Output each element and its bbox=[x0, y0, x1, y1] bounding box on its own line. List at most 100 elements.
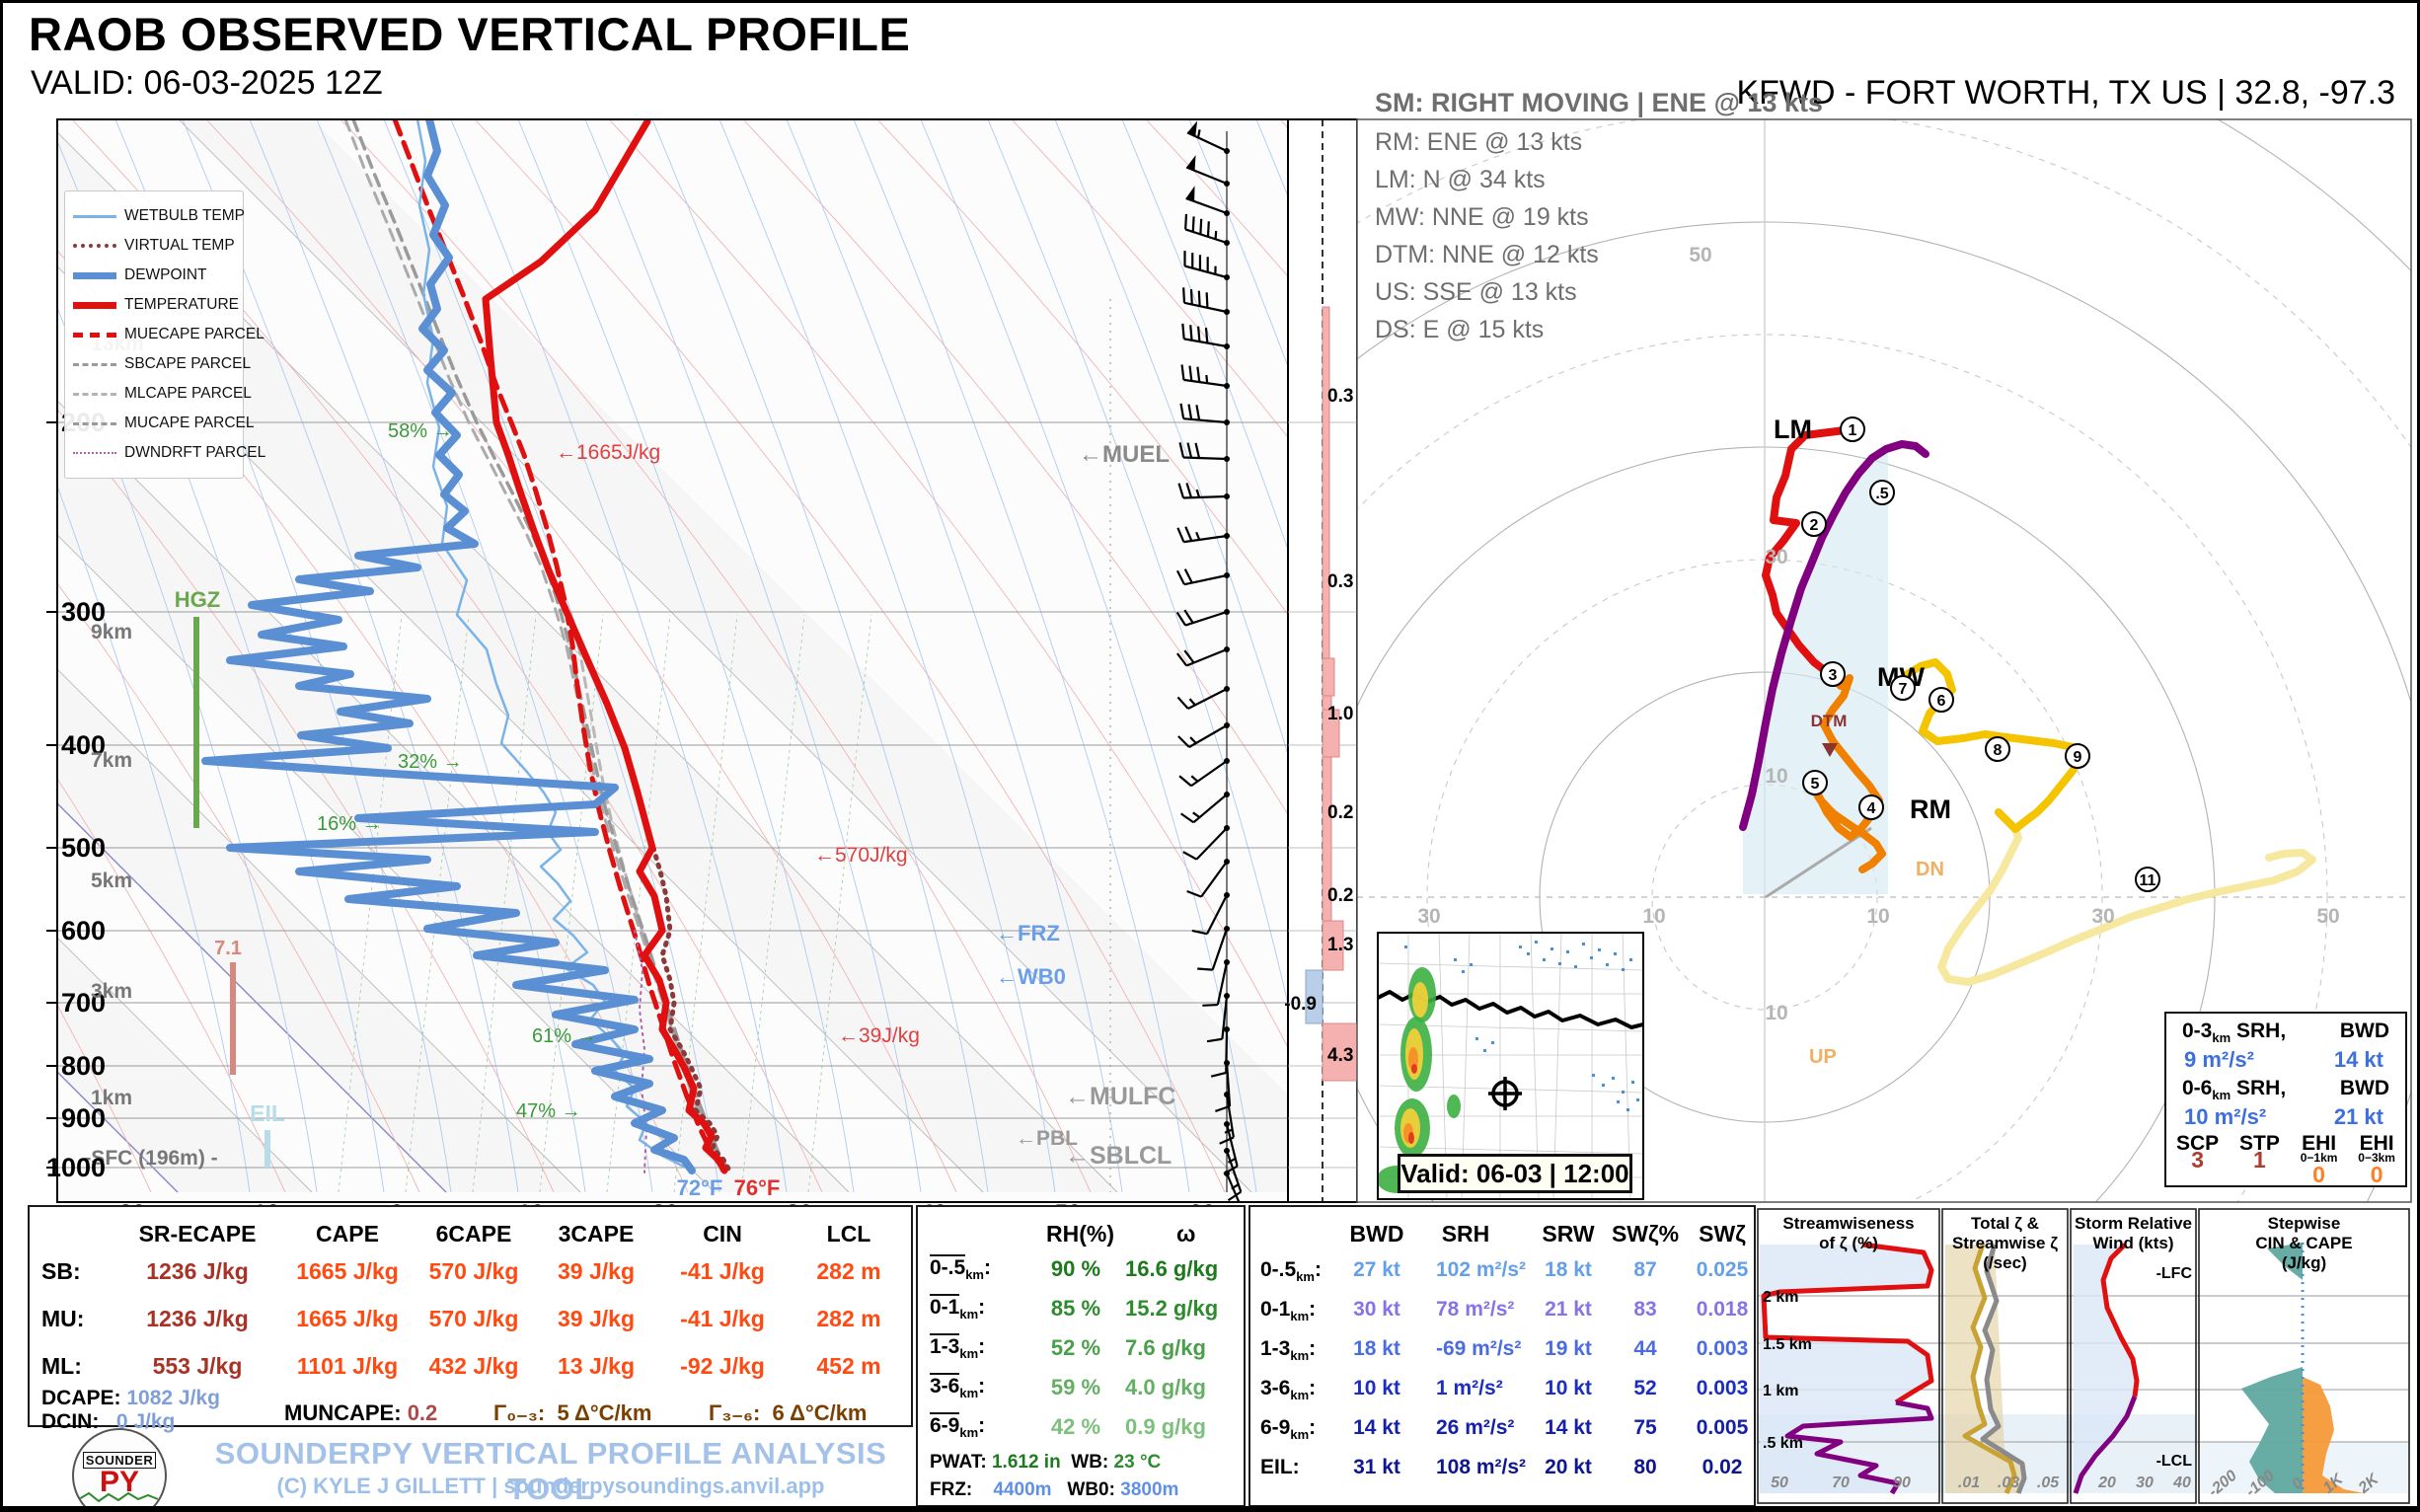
panel-1-tick-.03: .03 bbox=[1998, 1474, 2019, 1491]
srh-summary-box: 0-3km SRH,BWD9 m²/s²14 kt0-6km SRH,BWD10… bbox=[2164, 1012, 2407, 1187]
legend-label-mucape: MUCAPE PARCEL bbox=[124, 415, 255, 432]
rh-val-4: 42 % bbox=[1036, 1414, 1115, 1440]
index-SCP-0: SCP3 bbox=[2176, 1136, 2219, 1182]
srh-header-0: 0-3km SRH,BWD bbox=[2174, 1020, 2397, 1045]
storm-motion-line-3: MW: NNE @ 19 kts bbox=[1375, 203, 1823, 232]
legend-label-muecape: MUECAPE PARCEL bbox=[124, 326, 265, 343]
radar-valid-badge: Valid: 06-03 | 12:00 bbox=[1398, 1154, 1632, 1193]
panel-2-tick-30: 30 bbox=[2136, 1474, 2154, 1491]
legend-swatch-temperature bbox=[73, 302, 116, 309]
thermo-header-CIN: CIN bbox=[663, 1221, 782, 1247]
index-EHI-3: EHI0−3km0 bbox=[2358, 1136, 2395, 1182]
skewt-annotation-1: 58% → bbox=[388, 420, 453, 442]
thermo-cell-2-4: -92 J/kg bbox=[658, 1353, 787, 1380]
legend-item-sbcape: SBCAPE PARCEL bbox=[71, 351, 237, 377]
hodo-label-LM: LM bbox=[1774, 415, 1812, 444]
omega-label-7: 4.3 bbox=[1327, 1045, 1353, 1066]
panel-1 bbox=[1945, 1245, 2024, 1493]
composite-indices: SCP3STP1EHI0−1km0EHI0−3km0 bbox=[2174, 1134, 2397, 1182]
hodo-marker-text-7: 7 bbox=[1899, 681, 1908, 698]
index-STP-1: STP1 bbox=[2239, 1136, 2280, 1182]
hodo-marker-11: 11 bbox=[2136, 868, 2159, 891]
panel-2-label--LFC: -LFC bbox=[2156, 1265, 2193, 1282]
w-val-4: 0.9 g/kg bbox=[1125, 1414, 1206, 1440]
hodo-marker-5: 5 bbox=[1803, 771, 1827, 794]
skewt-annotation-13: EIL bbox=[250, 1100, 285, 1126]
legend-label-temperature: TEMPERATURE bbox=[124, 296, 239, 314]
bwd-header-SRH: SRH bbox=[1411, 1221, 1520, 1247]
hodo-marker-1: 1 bbox=[1841, 417, 1864, 441]
pressure-tick-600: 600 bbox=[61, 916, 106, 945]
station-info: KFWD - FORT WORTH, TX US | 32.8, -97.3 bbox=[1736, 74, 2395, 113]
hodo-marker-2: 2 bbox=[1802, 512, 1826, 536]
panel-1-title-2: (/sec) bbox=[1983, 1253, 2026, 1272]
omega-label-6: -0.9 bbox=[1284, 994, 1317, 1015]
hodo-marker-8: 8 bbox=[1986, 737, 2009, 761]
skewt-annotation-10: ←39J/kg bbox=[838, 1024, 920, 1047]
legend-label-virtual: VIRTUAL TEMP bbox=[124, 237, 235, 255]
thermo-cell-2-1: 1101 J/kg bbox=[283, 1353, 412, 1380]
legend-label-mlcape: MLCAPE PARCEL bbox=[124, 385, 252, 403]
thermo-rowlabel-MU:: MU: bbox=[41, 1306, 84, 1332]
lapse-3-6-row: Γ₃₋₆: 6 Δ°C/km bbox=[709, 1400, 868, 1426]
skewt-annotation-12: 47% → bbox=[516, 1100, 581, 1122]
thermo-cell-0-4: -41 J/kg bbox=[658, 1258, 787, 1285]
hodo-marker-.5: .5 bbox=[1870, 481, 1894, 504]
bwd-cell-3-4: 0.003 bbox=[1668, 1377, 1777, 1400]
bwd-cell-0-0: 27 kt bbox=[1323, 1258, 1431, 1282]
panel-0-tick-90: 90 bbox=[1893, 1474, 1911, 1491]
moisture-table: RH(%)ω0-.5km:90 %16.6 g/kg0-1km:85 %15.2… bbox=[916, 1205, 1246, 1507]
kinematics-table: BWDSRHSRWSWζ%SWζ0-.5km:27 kt102 m²/s²18 … bbox=[1248, 1205, 1756, 1507]
bwd-cell-2-4: 0.003 bbox=[1668, 1337, 1777, 1361]
hodo-label-UP: UP bbox=[1809, 1046, 1837, 1068]
legend-item-dewpoint: DEWPOINT bbox=[71, 263, 237, 288]
lapse-0-3-row: Γ₀₋₃: 5 Δ°C/km bbox=[493, 1400, 651, 1426]
omega-label-2: 1.0 bbox=[1327, 704, 1353, 724]
rh-header: RH(%) bbox=[1046, 1221, 1114, 1247]
hodo-ring-label-5: 10 bbox=[1765, 765, 1787, 788]
hodo-ring-label-1: 10 bbox=[1642, 905, 1665, 928]
storm-motion-line-4: DTM: NNE @ 12 kts bbox=[1375, 241, 1823, 269]
legend-swatch-sbcape bbox=[73, 363, 116, 366]
skewt-annotation-19: 76°F bbox=[734, 1175, 781, 1200]
hodo-label-RM: RM bbox=[1910, 794, 1951, 824]
bwd-header-SWζ: SWζ bbox=[1668, 1221, 1777, 1247]
legend-swatch-muecape bbox=[73, 333, 116, 338]
hodo-marker-text-5: 5 bbox=[1811, 776, 1820, 793]
storm-motion-line-1: RM: ENE @ 13 kts bbox=[1375, 128, 1823, 157]
bwd-layer-0-1: 0-1km: bbox=[1260, 1298, 1316, 1323]
thermo-header-3CAPE: 3CAPE bbox=[537, 1221, 655, 1247]
w-val-3: 4.0 g/kg bbox=[1125, 1375, 1206, 1400]
rh-val-1: 85 % bbox=[1036, 1296, 1115, 1322]
skewt-annotation-8: ←WB0 bbox=[996, 964, 1066, 989]
thermo-cell-0-0: 1236 J/kg bbox=[133, 1258, 262, 1285]
rh-layer-0-1: 0-1km: bbox=[930, 1296, 985, 1322]
thermo-cell-1-1: 1665 J/kg bbox=[283, 1306, 412, 1332]
w-val-2: 7.6 g/kg bbox=[1125, 1335, 1206, 1361]
bottom-border-bar bbox=[3, 1506, 2420, 1512]
omega-label-0: 0.3 bbox=[1327, 386, 1353, 407]
hodo-marker-text-11: 11 bbox=[2140, 872, 2156, 889]
pressure-tick-800: 800 bbox=[61, 1051, 106, 1081]
rh-val-2: 52 % bbox=[1036, 1335, 1115, 1361]
thermo-cell-0-2: 570 J/kg bbox=[410, 1258, 538, 1285]
bwd-layer-0-.5: 0-.5km: bbox=[1260, 1258, 1322, 1284]
legend-item-muecape: MUECAPE PARCEL bbox=[71, 322, 237, 347]
pwat-wb-row: PWAT: 1.612 in WB: 23 °C bbox=[930, 1452, 1161, 1474]
skewt-annotation-6: ←570J/kg bbox=[814, 844, 908, 867]
thermo-cell-1-4: -41 J/kg bbox=[658, 1306, 787, 1332]
hodo-marker-text-9: 9 bbox=[2074, 749, 2082, 766]
panel-1-title-0: Total ζ & bbox=[1971, 1214, 2039, 1233]
srh-values-0: 9 m²/s²14 kt bbox=[2174, 1045, 2397, 1077]
skewt-annotation-3: HGZ bbox=[175, 587, 220, 612]
thermo-cell-2-0: 553 J/kg bbox=[133, 1353, 262, 1380]
legend-swatch-mucape bbox=[73, 422, 116, 425]
legend-item-mlcape: MLCAPE PARCEL bbox=[71, 381, 237, 407]
thermo-cell-0-3: 39 J/kg bbox=[532, 1258, 660, 1285]
bwd-cell-4-4: 0.005 bbox=[1668, 1416, 1777, 1440]
height-label-9km: 9km bbox=[91, 621, 132, 643]
w-val-0: 16.6 g/kg bbox=[1125, 1256, 1218, 1282]
bwd-cell-5-0: 31 kt bbox=[1323, 1456, 1431, 1479]
bwd-layer-3-6: 3-6km: bbox=[1260, 1377, 1316, 1402]
hodo-ring-label-4: 50 bbox=[2316, 905, 2339, 928]
